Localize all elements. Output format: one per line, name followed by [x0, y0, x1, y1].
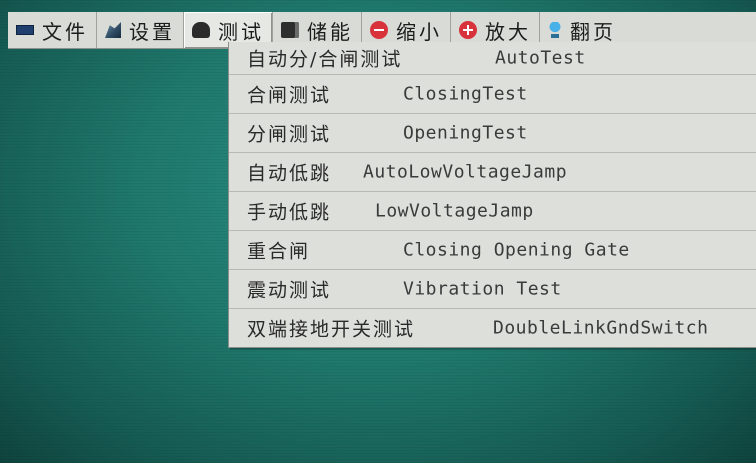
wrench-icon — [105, 22, 121, 38]
dropdown-item-vibration-test[interactable]: 震动测试 Vibration Test — [229, 270, 756, 309]
dropdown-item-en-label: ClosingTest — [403, 83, 528, 105]
dropdown-item-en-label: DoubleLinkGndSwitch — [493, 317, 709, 339]
dropdown-item-cn-label: 震动测试 — [247, 279, 332, 302]
dropdown-item-cn-label: 合闸测试 — [247, 84, 332, 107]
dropdown-item-cn-label: 重合闸 — [247, 240, 311, 263]
dropdown-item-auto-test[interactable]: 自动分/合闸测试 AutoTest — [229, 42, 756, 75]
menu-zoom-out-label: 缩小 — [396, 19, 442, 44]
zoom-out-icon — [370, 21, 388, 39]
menu-zoom-in-label: 放大 — [485, 19, 531, 44]
storage-icon — [281, 22, 299, 38]
dropdown-item-cn-label: 自动低跳 — [247, 162, 332, 185]
dropdown-item-en-label: AutoLowVoltageJamp — [363, 161, 568, 183]
dropdown-item-auto-low-voltage[interactable]: 自动低跳 AutoLowVoltageJamp — [229, 153, 756, 192]
dropdown-item-cn-label: 手动低跳 — [247, 201, 332, 224]
test-dropdown-menu: 自动分/合闸测试 AutoTest 合闸测试 ClosingTest 分闸测试 … — [228, 42, 756, 348]
monitor-icon — [16, 25, 34, 35]
dropdown-item-cn-label: 双端接地开关测试 — [247, 318, 416, 341]
menu-file-label: 文件 — [42, 19, 88, 44]
menu-storage-label: 储能 — [307, 19, 353, 44]
page-icon — [548, 22, 562, 38]
menu-page-label: 翻页 — [570, 19, 616, 44]
dropdown-item-en-label: Closing Opening Gate — [403, 239, 630, 261]
menu-test-label: 测试 — [218, 19, 264, 44]
dropdown-item-en-label: OpeningTest — [403, 122, 528, 144]
dropdown-item-en-label: AutoTest — [495, 47, 586, 69]
dropdown-item-opening-test[interactable]: 分闸测试 OpeningTest — [229, 114, 756, 153]
menu-file[interactable]: 文件 — [8, 12, 97, 48]
menu-settings[interactable]: 设置 — [97, 12, 184, 48]
dropdown-item-en-label: LowVoltageJamp — [375, 200, 534, 222]
dropdown-item-reclosing[interactable]: 重合闸 Closing Opening Gate — [229, 231, 756, 270]
dropdown-item-cn-label: 自动分/合闸测试 — [247, 48, 403, 71]
dropdown-item-low-voltage[interactable]: 手动低跳 LowVoltageJamp — [229, 192, 756, 231]
dropdown-item-double-gnd-switch[interactable]: 双端接地开关测试 DoubleLinkGndSwitch — [229, 309, 756, 347]
dropdown-item-cn-label: 分闸测试 — [247, 123, 332, 146]
dropdown-item-en-label: Vibration Test — [403, 278, 562, 300]
menu-settings-label: 设置 — [129, 19, 175, 44]
test-icon — [192, 22, 210, 38]
zoom-in-icon — [459, 21, 477, 39]
dropdown-item-closing-test[interactable]: 合闸测试 ClosingTest — [229, 75, 756, 114]
